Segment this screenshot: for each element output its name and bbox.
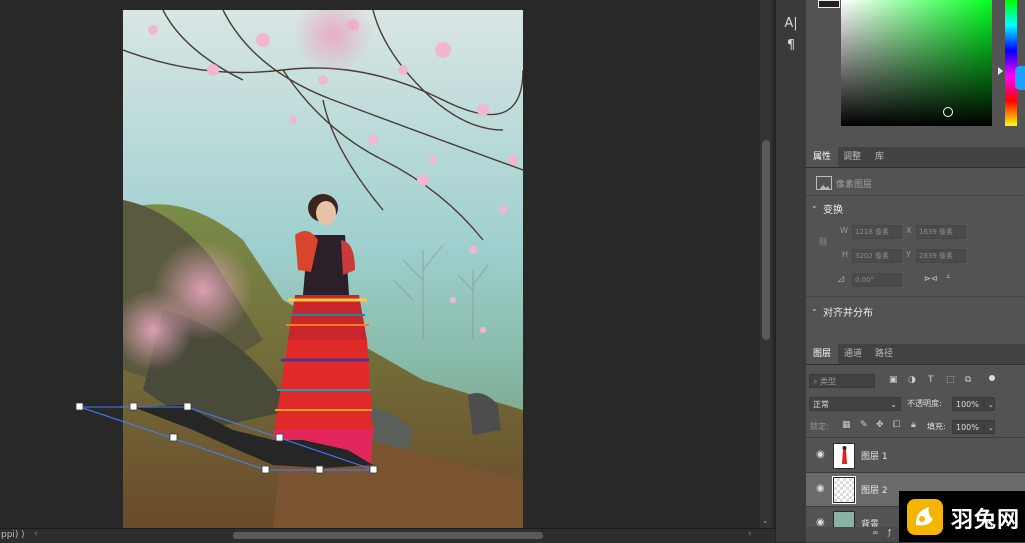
lock-transparent-icon[interactable]: ▦ bbox=[842, 420, 851, 430]
transform-bounding-box[interactable] bbox=[70, 398, 390, 478]
link-layers-icon[interactable]: ∞ bbox=[872, 528, 879, 537]
doc-info[interactable]: ppi) ⟩ bbox=[1, 530, 25, 540]
layer-filter-label: 类型 bbox=[820, 377, 837, 386]
h-label: H bbox=[842, 250, 849, 259]
watermark: 羽兔网 bbox=[899, 491, 1025, 542]
tab-properties[interactable]: 属性 bbox=[806, 147, 839, 167]
layer-filter-dropdown[interactable]: ⌕ 类型 bbox=[809, 374, 875, 388]
tab-layers[interactable]: 图层 bbox=[806, 344, 839, 364]
lock-brush-icon[interactable]: ✎ bbox=[860, 420, 868, 430]
canvas-hscroll-thumb[interactable] bbox=[233, 532, 543, 539]
tab-channels[interactable]: 通道 bbox=[837, 344, 869, 364]
x-field[interactable]: 1639 像素 bbox=[916, 225, 966, 239]
layer-style-icon[interactable]: ƒ bbox=[888, 528, 891, 537]
watermark-text: 羽兔网 bbox=[951, 508, 1021, 533]
divider bbox=[806, 437, 1025, 438]
filter-toggle-icon[interactable] bbox=[989, 375, 995, 381]
angle-field[interactable]: 0.00° bbox=[852, 273, 890, 287]
fill-dropdown-icon[interactable]: ⌄ bbox=[984, 420, 995, 434]
opacity-label: 不透明度: bbox=[907, 399, 942, 408]
image-layer-icon bbox=[816, 176, 832, 190]
hue-slider-arrow-icon[interactable] bbox=[998, 67, 1003, 75]
color-field[interactable] bbox=[841, 0, 992, 126]
properties-tabbar: 属性 调整 库 bbox=[806, 147, 1025, 168]
foreground-swatch[interactable] bbox=[818, 0, 840, 8]
tab-libraries[interactable]: 库 bbox=[868, 147, 891, 167]
filter-pixel-icon[interactable]: ▣ bbox=[889, 375, 898, 385]
filter-smart-object-icon[interactable]: ⧉ bbox=[965, 375, 971, 385]
scroll-left-icon[interactable]: ‹ bbox=[34, 529, 38, 539]
flip-horizontal-icon[interactable]: ⊳⊲ bbox=[924, 274, 937, 283]
yutu-logo-icon bbox=[907, 499, 943, 535]
scroll-down-icon[interactable]: ⌄ bbox=[762, 516, 769, 525]
layer-row[interactable]: ◉ 图层 1 bbox=[806, 439, 1025, 473]
layers-tabbar: 图层 通道 路径 bbox=[806, 344, 1025, 365]
lock-all-icon[interactable]: 🔒︎ bbox=[911, 420, 916, 430]
y-label: Y bbox=[906, 250, 911, 259]
visibility-eye-icon[interactable]: ◉ bbox=[816, 449, 828, 461]
x-label: X bbox=[906, 226, 912, 235]
fill-field[interactable]: 100% bbox=[952, 420, 984, 434]
color-picker-cursor[interactable] bbox=[943, 107, 953, 117]
side-tab-icon[interactable] bbox=[1015, 66, 1025, 90]
lock-position-icon[interactable]: ✥ bbox=[876, 420, 884, 430]
lock-artboard-icon[interactable]: ⧠ bbox=[893, 420, 900, 430]
transform-section-title: 变换 bbox=[823, 205, 843, 216]
angle-icon: ◿ bbox=[838, 274, 845, 283]
flip-vertical-icon[interactable]: ⩡ bbox=[946, 272, 951, 282]
width-field[interactable]: 1218 像素 bbox=[852, 225, 902, 239]
status-bar: ppi) ⟩ ‹ › bbox=[0, 528, 775, 543]
w-label: W bbox=[840, 226, 848, 235]
filter-type-icon[interactable]: T bbox=[928, 375, 934, 385]
divider bbox=[806, 296, 1025, 297]
opacity-dropdown-icon[interactable]: ⌄ bbox=[984, 397, 995, 411]
layer-type-label: 像素图层 bbox=[836, 180, 873, 190]
tab-paths[interactable]: 路径 bbox=[868, 344, 900, 364]
search-icon: ⌕ bbox=[813, 377, 818, 386]
layers-footer: ∞ ƒ bbox=[806, 527, 906, 542]
align-section-title: 对齐并分布 bbox=[823, 308, 873, 319]
divider bbox=[806, 195, 1025, 196]
blend-mode-value: 正常 bbox=[813, 400, 829, 409]
y-field[interactable]: 2839 像素 bbox=[916, 249, 966, 263]
canvas-vertical-scrollbar[interactable]: ⌄ bbox=[760, 0, 772, 528]
layer-name[interactable]: 图层 2 bbox=[861, 483, 888, 496]
scroll-right-icon[interactable]: › bbox=[748, 529, 752, 539]
canvas-vscroll-thumb[interactable] bbox=[762, 140, 770, 340]
height-field[interactable]: 3202 像素 bbox=[852, 249, 902, 263]
hue-slider[interactable] bbox=[1005, 0, 1017, 126]
panel-tool-strip: A| ¶ bbox=[775, 0, 807, 542]
layer-thumbnail bbox=[833, 443, 855, 469]
link-dimensions-icon[interactable]: ⛓ bbox=[818, 237, 828, 246]
blend-mode-dropdown[interactable]: 正常 ⌄ bbox=[809, 397, 901, 411]
lock-label: 锁定: bbox=[810, 422, 829, 431]
visibility-eye-icon[interactable]: ◉ bbox=[816, 483, 828, 495]
layer-thumbnail bbox=[832, 476, 856, 504]
filter-shape-icon[interactable]: ⬚ bbox=[946, 375, 955, 385]
fill-label: 填充: bbox=[927, 422, 946, 431]
character-panel-button[interactable]: A| bbox=[781, 14, 801, 34]
tab-adjustments[interactable]: 调整 bbox=[836, 147, 868, 167]
chevron-down-icon[interactable]: ⌄ bbox=[811, 304, 818, 313]
opacity-field[interactable]: 100% bbox=[952, 397, 984, 411]
layer-name[interactable]: 图层 1 bbox=[861, 449, 888, 462]
chevron-down-icon[interactable]: ⌄ bbox=[811, 201, 818, 210]
filter-adjustment-icon[interactable]: ◑ bbox=[908, 375, 916, 385]
chevron-down-icon: ⌄ bbox=[890, 400, 897, 409]
angle-dropdown[interactable] bbox=[888, 273, 902, 287]
paragraph-panel-button[interactable]: ¶ bbox=[781, 36, 801, 56]
